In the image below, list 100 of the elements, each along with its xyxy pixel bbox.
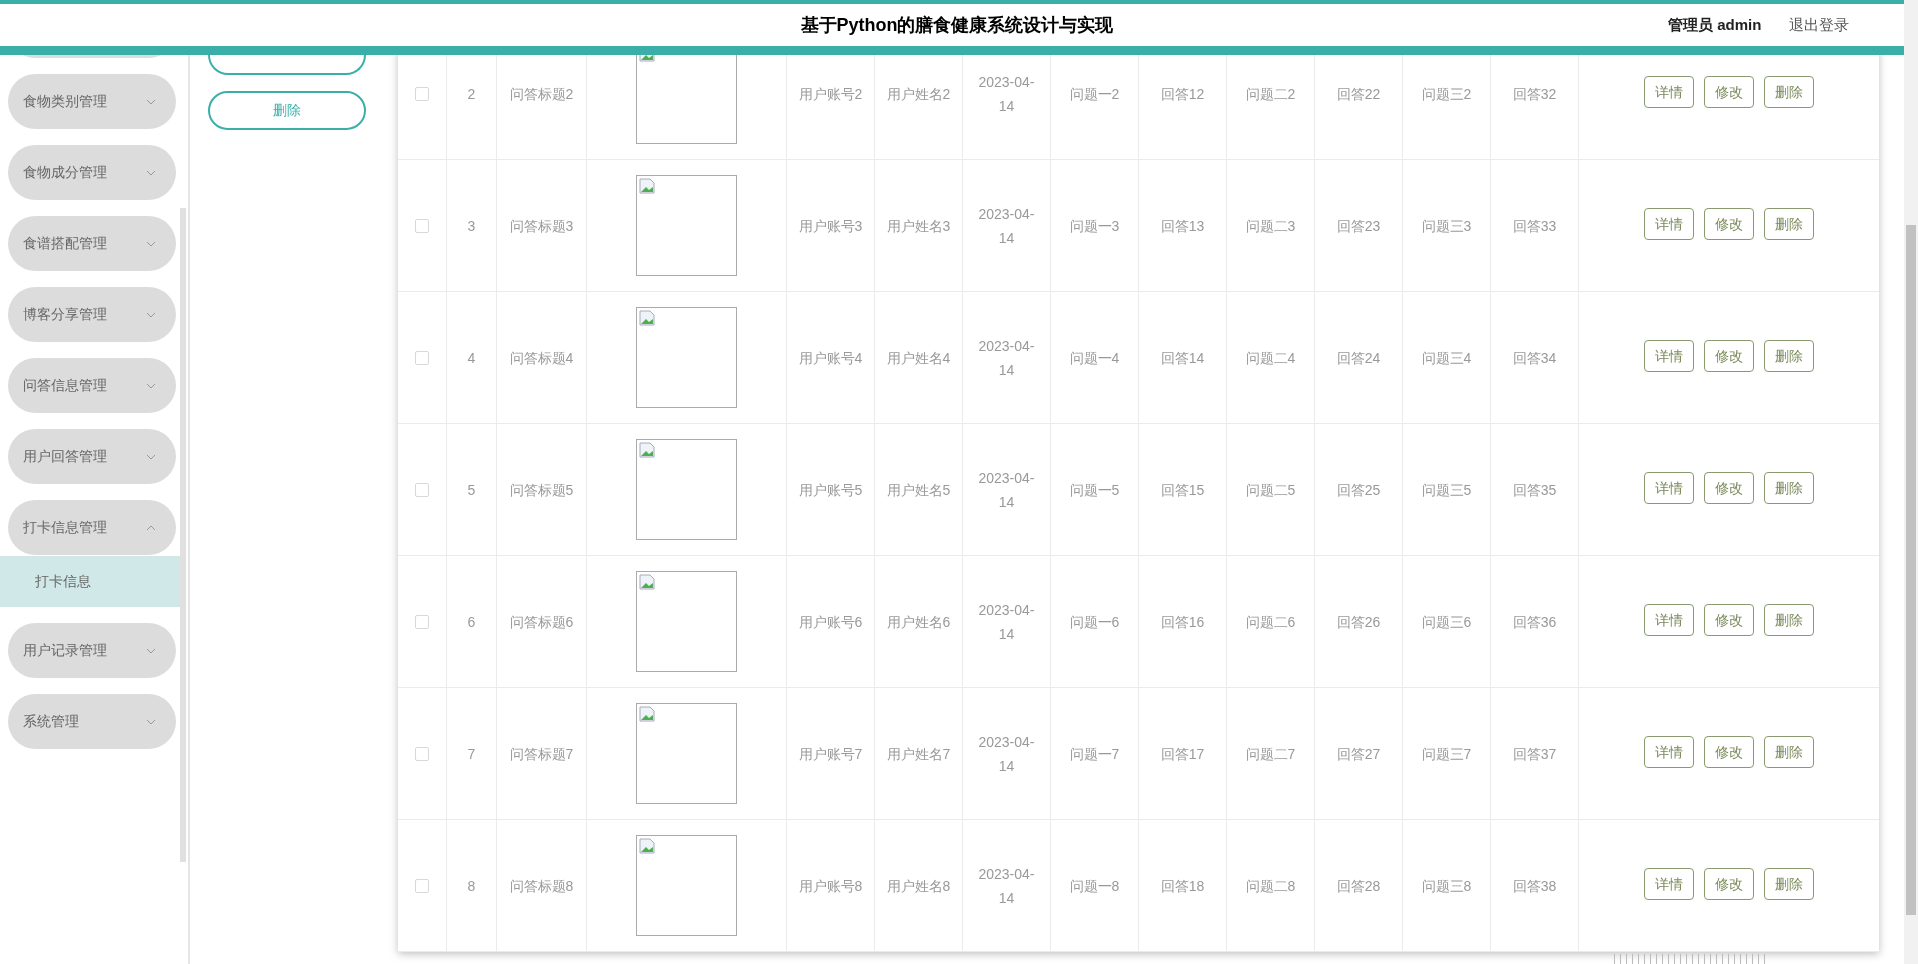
sidebar-item-label: 食谱搭配管理	[23, 234, 107, 253]
scrollbar[interactable]	[180, 208, 186, 862]
table-cell-text: 回答35	[1512, 480, 1557, 500]
row-action-button[interactable]: 详情	[1644, 208, 1694, 240]
row-action-button[interactable]: 详情	[1644, 340, 1694, 372]
sidebar-item[interactable]: 用户记录管理	[8, 623, 176, 678]
sidebar-item[interactable]: 食物成分管理	[8, 145, 176, 200]
table-cell-text: 用户姓名7	[886, 744, 951, 764]
table-cell-text: 回答13	[1160, 216, 1205, 236]
row-action-button[interactable]: 修改	[1704, 208, 1754, 240]
table-cell-text: 用户姓名6	[886, 612, 951, 632]
broken-image-icon	[639, 706, 655, 722]
row-action-button[interactable]: 修改	[1704, 868, 1754, 900]
row-checkbox[interactable]	[415, 614, 429, 629]
row-action-button[interactable]: 删除	[1764, 340, 1814, 372]
table-cell-text: 2	[467, 84, 476, 104]
row-action-button[interactable]: 修改	[1704, 472, 1754, 504]
table-cell-text: 问题二5	[1245, 480, 1296, 500]
table-cell-text: 问题一8	[1069, 876, 1120, 896]
scrollbar-thumb[interactable]	[1906, 225, 1916, 915]
sidebar-item-label: 食物成分管理	[23, 163, 107, 182]
row-action-button[interactable]: 修改	[1704, 604, 1754, 636]
table-cell-text: 用户账号7	[798, 744, 863, 764]
table-cell-text: 用户账号2	[798, 84, 863, 104]
table-cell-text: 用户姓名5	[886, 480, 951, 500]
table-cell-text: 4	[467, 348, 476, 368]
row-checkbox[interactable]	[415, 482, 429, 497]
sidebar-item[interactable]: 食物类别管理	[8, 74, 176, 129]
table-cell-text: 2023-04-14	[977, 468, 1036, 512]
table-cell-text: 问题三4	[1421, 348, 1472, 368]
table-cell-text: 回答17	[1160, 744, 1205, 764]
table-cell-text: 用户账号4	[798, 348, 863, 368]
table-cell-text: 用户账号3	[798, 216, 863, 236]
table-cell-text: 问题三7	[1421, 744, 1472, 764]
broken-image-icon	[639, 574, 655, 590]
row-action-button[interactable]: 修改	[1704, 736, 1754, 768]
table-cell-text: 回答34	[1512, 348, 1557, 368]
row-action-button[interactable]: 详情	[1644, 76, 1694, 108]
row-checkbox[interactable]	[415, 746, 429, 761]
sidebar-item-label: 打卡信息管理	[23, 518, 107, 537]
sidebar-item[interactable]: 用户回答管理	[8, 429, 176, 484]
row-checkbox[interactable]	[415, 350, 429, 365]
table-cell-text: 问答标题5	[509, 480, 574, 500]
sidebar-item[interactable]: 问答信息管理	[8, 358, 176, 413]
table-cell-text: 2023-04-14	[977, 732, 1036, 776]
row-checkbox[interactable]	[415, 218, 429, 233]
row-action-button[interactable]: 删除	[1764, 76, 1814, 108]
table-cell-text: 回答28	[1336, 876, 1381, 896]
row-checkbox[interactable]	[415, 86, 429, 101]
row-action-button[interactable]: 详情	[1644, 736, 1694, 768]
table-cell-text: 7	[467, 744, 476, 764]
table-cell-text: 问题二8	[1245, 876, 1296, 896]
table-cell-text: 2023-04-14	[977, 600, 1036, 644]
table-cell-text: 问题三6	[1421, 612, 1472, 632]
broken-image-icon	[639, 442, 655, 458]
table-cell-text: 回答27	[1336, 744, 1381, 764]
toolbar-button[interactable]: 删除	[208, 91, 366, 130]
table-cell-text: 回答36	[1512, 612, 1557, 632]
row-action-button[interactable]: 删除	[1764, 736, 1814, 768]
table-cell-text: 回答24	[1336, 348, 1381, 368]
table-cell-text: 用户姓名3	[886, 216, 951, 236]
table-cell-text: 2023-04-14	[977, 204, 1036, 248]
table-cell-text: 5	[467, 480, 476, 500]
table-cell-text: 3	[467, 216, 476, 236]
row-action-button[interactable]: 删除	[1764, 472, 1814, 504]
logout-link[interactable]: 退出登录	[1789, 13, 1850, 37]
table-cell-text: 问题二3	[1245, 216, 1296, 236]
table-cell-text: 回答37	[1512, 744, 1557, 764]
table-cell-text: 回答16	[1160, 612, 1205, 632]
row-action-button[interactable]: 详情	[1644, 472, 1694, 504]
table-cell-text: 2023-04-14	[977, 864, 1036, 908]
table-cell-text: 回答32	[1512, 84, 1557, 104]
sidebar-item-label: 系统管理	[23, 712, 79, 731]
row-checkbox[interactable]	[415, 878, 429, 893]
scrollbar[interactable]	[1904, 0, 1918, 964]
row-action-button[interactable]: 删除	[1764, 868, 1814, 900]
table-cell-text: 问题二4	[1245, 348, 1296, 368]
toolbar-button[interactable]	[208, 55, 366, 75]
row-action-button[interactable]: 修改	[1704, 76, 1754, 108]
broken-image-icon	[639, 838, 655, 854]
sidebar-item[interactable]: 系统管理	[8, 694, 176, 749]
table-cell-text: 用户账号5	[798, 480, 863, 500]
sidebar-item[interactable]: 打卡信息管理	[8, 500, 176, 555]
row-action-button[interactable]: 详情	[1644, 868, 1694, 900]
table-cell-text: 回答12	[1160, 84, 1205, 104]
table-cell-text: 问题一5	[1069, 480, 1120, 500]
table-cell-text: 问题一2	[1069, 84, 1120, 104]
sidebar-item-label: 用户回答管理	[23, 447, 107, 466]
row-action-button[interactable]: 详情	[1644, 604, 1694, 636]
table-cell-text: 回答18	[1160, 876, 1205, 896]
sidebar-item[interactable]: 食谱搭配管理	[8, 216, 176, 271]
table-cell-text: 问题三5	[1421, 480, 1472, 500]
table-cell-text: 问答标题6	[509, 612, 574, 632]
table-cell-text: 问题三8	[1421, 876, 1472, 896]
row-action-button[interactable]: 修改	[1704, 340, 1754, 372]
table-cell-text: 问题一4	[1069, 348, 1120, 368]
sidebar-item[interactable]: 博客分享管理	[8, 287, 176, 342]
row-action-button[interactable]: 删除	[1764, 208, 1814, 240]
row-action-button[interactable]: 删除	[1764, 604, 1814, 636]
table-cell-text: 问答标题4	[509, 348, 574, 368]
